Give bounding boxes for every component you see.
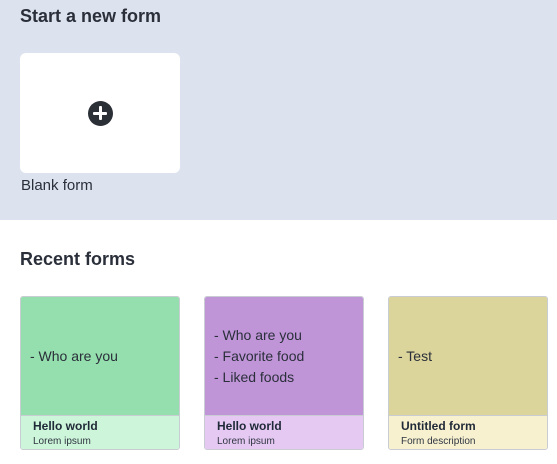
form-title: Untitled form bbox=[401, 419, 476, 433]
recent-form-card[interactable]: - Test Untitled form Form description bbox=[388, 296, 548, 450]
form-card-footer: Hello world Lorem ipsum bbox=[21, 415, 179, 449]
new-form-section: Start a new form Blank form bbox=[0, 0, 557, 220]
recent-form-card[interactable]: - Who are you - Favorite food - Liked fo… bbox=[204, 296, 364, 450]
form-description: Form description bbox=[401, 436, 476, 447]
preview-line: - Favorite food bbox=[214, 347, 305, 364]
preview-line: - Who are you bbox=[214, 326, 302, 343]
form-title: Hello world bbox=[217, 419, 282, 433]
form-description: Lorem ipsum bbox=[217, 436, 275, 447]
preview-line: - Test bbox=[398, 347, 432, 364]
form-card-footer: Untitled form Form description bbox=[389, 415, 547, 449]
form-description: Lorem ipsum bbox=[33, 436, 91, 447]
plus-circle-icon bbox=[87, 100, 113, 126]
form-title: Hello world bbox=[33, 419, 98, 433]
preview-line: - Who are you bbox=[30, 347, 118, 364]
form-preview: - Who are you - Favorite food - Liked fo… bbox=[205, 297, 363, 415]
blank-form-label[interactable]: Blank form bbox=[21, 177, 93, 194]
blank-form-card[interactable] bbox=[20, 53, 180, 173]
recent-form-card[interactable]: - Who are you Hello world Lorem ipsum bbox=[20, 296, 180, 450]
section-title-new-form: Start a new form bbox=[20, 6, 162, 26]
section-title-recent-forms: Recent forms bbox=[20, 249, 136, 269]
form-preview: - Who are you bbox=[21, 297, 179, 415]
preview-line: - Liked foods bbox=[214, 368, 295, 385]
form-card-footer: Hello world Lorem ipsum bbox=[205, 415, 363, 449]
form-preview: - Test bbox=[389, 297, 547, 415]
